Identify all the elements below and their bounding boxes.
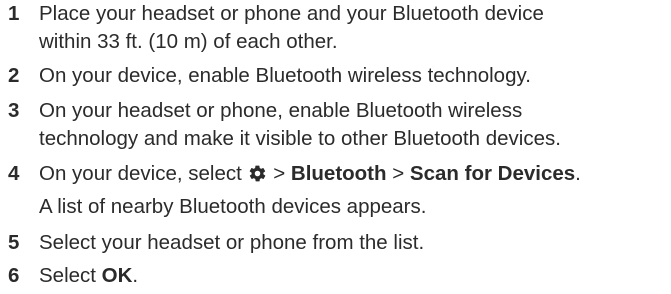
- step-text-line-1: Select your headset or phone from the li…: [39, 231, 425, 254]
- menu-item-scan-for-devices: Scan for Devices: [409, 162, 576, 185]
- step-number: 6: [8, 264, 20, 287]
- step-text-line-2: within 33 ft. (10 m) of each other.: [39, 30, 338, 53]
- step-text-line-1: Place your headset or phone and your Blu…: [39, 2, 544, 25]
- step-text-prefix: On your device, select: [39, 162, 248, 185]
- step-number: 4: [8, 162, 20, 185]
- gear-icon: [248, 164, 267, 183]
- step-text: On your device, select > Bluetooth > Sca…: [39, 160, 581, 188]
- step-number: 3: [8, 99, 20, 122]
- step-text-end: .: [575, 162, 581, 185]
- step-number: 2: [8, 64, 20, 87]
- separator: >: [267, 162, 291, 185]
- step-text-line-1: On your device, enable Bluetooth wireles…: [39, 64, 531, 87]
- step-number: 1: [8, 2, 20, 25]
- step-text-line-1: On your headset or phone, enable Bluetoo…: [39, 99, 523, 122]
- step-number: 5: [8, 231, 20, 254]
- menu-item-bluetooth: Bluetooth: [290, 162, 387, 185]
- button-label-ok: OK: [101, 264, 133, 287]
- step-text-end: .: [132, 264, 139, 287]
- step-text: Select OK.: [39, 262, 138, 290]
- step-note: A list of nearby Bluetooth devices appea…: [39, 195, 427, 218]
- step-text-prefix: Select: [39, 264, 102, 287]
- separator: >: [386, 162, 410, 185]
- step-text-line-2: technology and make it visible to other …: [39, 127, 561, 150]
